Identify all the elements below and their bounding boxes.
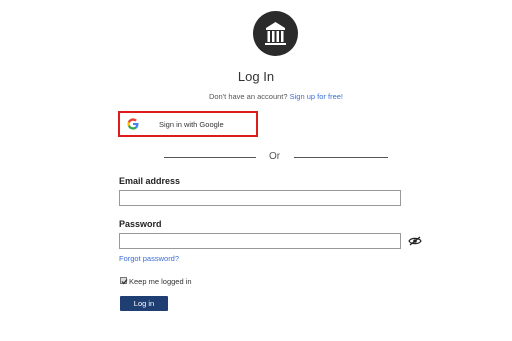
keep-logged-in-checkbox[interactable] xyxy=(120,277,128,285)
eye-slash-icon[interactable] xyxy=(408,236,422,246)
institution-logo-icon xyxy=(253,11,298,56)
email-label: Email address xyxy=(119,176,181,186)
checkmark-icon xyxy=(121,279,128,285)
keep-logged-in-label: Keep me logged in xyxy=(129,277,192,286)
divider-line-left xyxy=(164,157,256,158)
password-label: Password xyxy=(119,219,162,229)
google-g-icon xyxy=(127,118,139,130)
google-sign-in-label: Sign in with Google xyxy=(159,120,224,129)
forgot-password-link[interactable]: Forgot password? xyxy=(119,254,179,263)
divider-line-right xyxy=(294,157,388,158)
email-field[interactable] xyxy=(119,190,401,206)
google-sign-in-button[interactable]: Sign in with Google xyxy=(118,111,258,137)
signup-prompt-text: Don't have an account? xyxy=(208,92,288,101)
log-in-button[interactable]: Log in xyxy=(120,296,168,311)
password-field[interactable] xyxy=(119,233,401,249)
divider-or: Or xyxy=(269,151,281,162)
page-title: Log In xyxy=(237,69,275,84)
signup-prompt-line: Don't have an account? Sign up for free! xyxy=(0,92,512,101)
signup-link[interactable]: Sign up for free! xyxy=(290,92,343,101)
